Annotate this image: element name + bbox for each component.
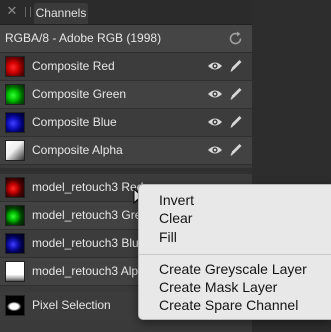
menu-separator bbox=[139, 254, 331, 255]
refresh-icon[interactable] bbox=[228, 31, 243, 46]
menu-item-create-mask-layer[interactable]: Create Mask Layer bbox=[159, 278, 277, 296]
channel-label: Composite Red bbox=[32, 59, 115, 73]
menu-item-invert[interactable]: Invert bbox=[159, 191, 194, 209]
channel-thumbnail bbox=[5, 56, 25, 77]
menu-item-fill[interactable]: Fill bbox=[159, 228, 177, 246]
pencil-icon[interactable] bbox=[229, 86, 243, 101]
channel-label: Pixel Selection bbox=[32, 298, 111, 312]
eye-icon[interactable] bbox=[207, 116, 223, 128]
channel-row-composite-red[interactable]: Composite Red bbox=[0, 53, 252, 81]
channel-label: Composite Alpha bbox=[32, 143, 123, 157]
panel-title-bar: ✕ Channels bbox=[0, 0, 252, 25]
eye-icon[interactable] bbox=[207, 88, 223, 100]
document-format-label: RGBA/8 - Adobe RGB (1998) bbox=[5, 31, 162, 45]
pencil-icon[interactable] bbox=[229, 58, 243, 73]
channel-row-composite-blue[interactable]: Composite Blue bbox=[0, 109, 252, 137]
channel-row-composite-green[interactable]: Composite Green bbox=[0, 81, 252, 109]
eye-icon[interactable] bbox=[207, 60, 223, 72]
channel-thumbnail bbox=[5, 140, 25, 161]
channel-thumbnail bbox=[5, 177, 25, 198]
pencil-icon[interactable] bbox=[229, 114, 243, 129]
channel-label: model_retouch3 Alpha bbox=[32, 264, 152, 278]
channel-thumbnail bbox=[5, 205, 25, 226]
document-format-row: RGBA/8 - Adobe RGB (1998) bbox=[0, 25, 252, 53]
channel-thumbnail bbox=[5, 233, 25, 254]
channel-label: Composite Green bbox=[32, 87, 127, 101]
channel-label: model_retouch3 Blue bbox=[32, 236, 146, 250]
menu-item-clear[interactable]: Clear bbox=[159, 209, 192, 227]
channel-label: Composite Blue bbox=[32, 115, 117, 129]
channel-thumbnail bbox=[5, 112, 25, 133]
menu-item-create-greyscale-layer[interactable]: Create Greyscale Layer bbox=[159, 260, 307, 278]
drag-grip-icon[interactable] bbox=[25, 7, 31, 17]
menu-item-create-spare-channel[interactable]: Create Spare Channel bbox=[159, 296, 298, 314]
channel-thumbnail bbox=[5, 84, 25, 105]
channel-row-composite-alpha[interactable]: Composite Alpha bbox=[0, 137, 252, 165]
channel-thumbnail bbox=[5, 295, 25, 316]
channel-thumbnail bbox=[5, 261, 25, 282]
context-menu: Invert Clear Fill Create Greyscale Layer… bbox=[138, 184, 331, 320]
eye-icon[interactable] bbox=[207, 144, 223, 156]
close-icon[interactable]: ✕ bbox=[4, 3, 20, 19]
tab-channels[interactable]: Channels bbox=[34, 3, 88, 24]
pencil-icon[interactable] bbox=[229, 142, 243, 157]
channel-label: model_retouch3 Red bbox=[32, 180, 144, 194]
